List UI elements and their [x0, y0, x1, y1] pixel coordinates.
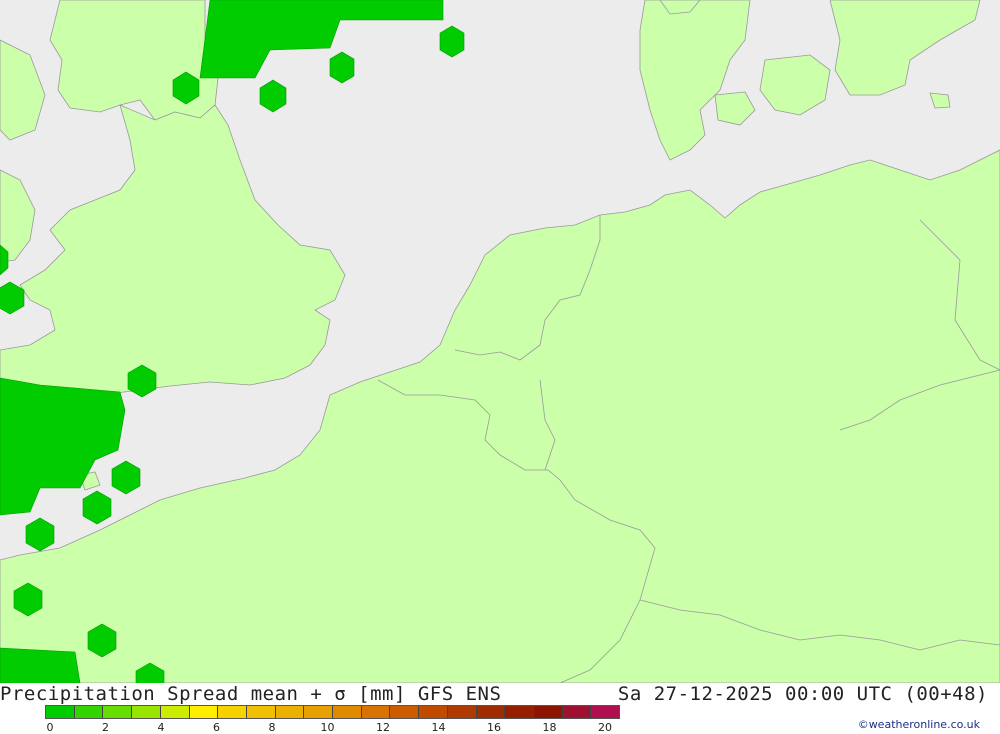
scale-cell: [132, 706, 161, 718]
scale-cell: [533, 706, 563, 718]
scale-tick-label: 14: [431, 721, 446, 734]
scale-tick-label: 16: [487, 721, 501, 734]
scale-cell: [103, 706, 133, 718]
scale-cell: [160, 706, 190, 718]
scale-cell: [476, 706, 506, 718]
scale-cell: [505, 706, 534, 718]
precipitation-map: [0, 0, 1000, 683]
scale-cell: [189, 706, 219, 718]
scale-tick-label: 20: [598, 721, 612, 734]
scale-cell: [361, 706, 391, 718]
precip-patch-biscay: [0, 647, 81, 683]
color-scale: [45, 705, 620, 719]
scale-cell: [390, 706, 420, 718]
scale-tick-label: 2: [102, 721, 109, 734]
credit-link[interactable]: ©weatheronline.co.uk: [858, 718, 980, 731]
scale-cell: [46, 706, 75, 718]
map-title: Precipitation Spread mean + σ [mm] GFS E…: [0, 683, 502, 705]
scale-tick-label: 8: [268, 721, 276, 734]
scale-cell: [562, 706, 592, 718]
scale-cell: [419, 706, 448, 718]
scale-cell: [74, 706, 104, 718]
scale-cell: [246, 706, 276, 718]
scale-cell: [591, 706, 620, 718]
scale-tick-label: 6: [213, 721, 220, 734]
scale-tick-label: 10: [320, 721, 335, 734]
color-scale-ticks: 0 2 4 6 8 10 12 14 16 18 20: [45, 721, 620, 734]
scale-cell: [275, 706, 305, 718]
map-timestamp: Sa 27-12-2025 00:00 UTC (00+48): [617, 683, 988, 705]
scale-tick-label: 12: [376, 721, 390, 734]
map-footer: Precipitation Spread mean + σ [mm] GFS E…: [0, 683, 1000, 734]
scale-cell: [333, 706, 362, 718]
precip-cell: [439, 25, 465, 58]
scale-cell: [304, 706, 334, 718]
scale-tick-label: 0: [46, 721, 54, 734]
scale-cell: [447, 706, 477, 718]
scale-cell: [218, 706, 247, 718]
scale-tick-label: 18: [542, 721, 557, 734]
scale-tick-label: 4: [157, 721, 165, 734]
precip-cell: [329, 51, 355, 84]
